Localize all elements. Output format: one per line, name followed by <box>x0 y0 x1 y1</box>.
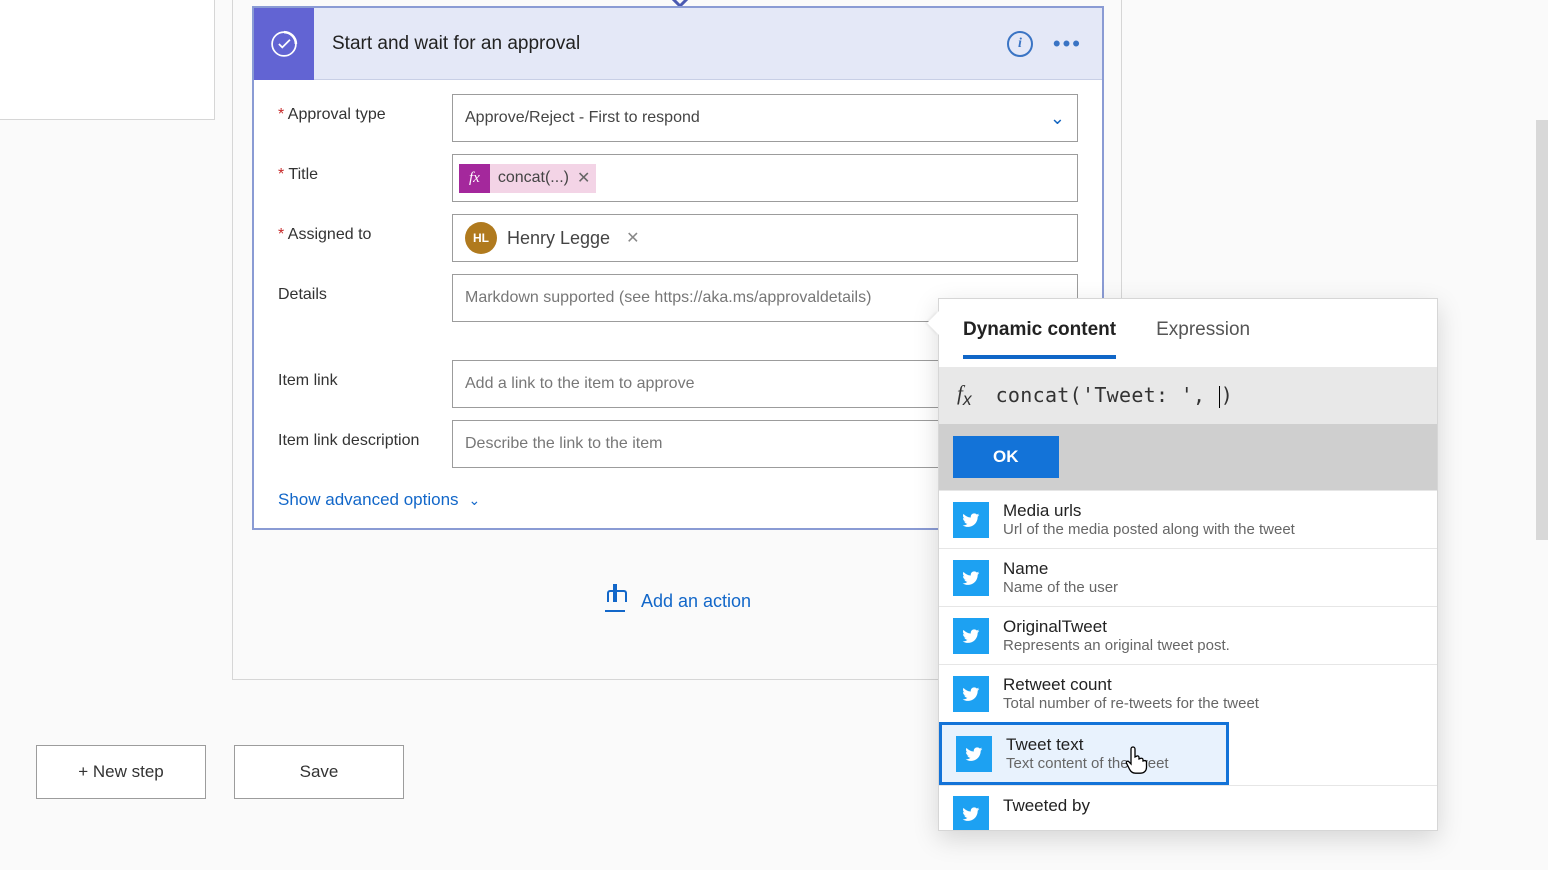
details-placeholder: Markdown supported (see https://aka.ms/a… <box>465 289 871 307</box>
label-details: Details <box>278 274 452 304</box>
sidebar-stub <box>0 0 215 120</box>
label-item-link-desc: Item link description <box>278 420 452 450</box>
dc-desc: Url of the media posted along with the t… <box>1003 521 1295 538</box>
person-name: Henry Legge <box>507 228 610 249</box>
ok-button[interactable]: OK <box>953 436 1059 478</box>
person-chip[interactable]: HL Henry Legge ✕ <box>465 222 639 254</box>
dc-item-original-tweet[interactable]: OriginalTweet Represents an original twe… <box>939 606 1437 664</box>
twitter-icon <box>953 796 989 830</box>
twitter-icon <box>956 736 992 772</box>
label-title: Title <box>278 154 452 184</box>
dc-title: Tweet text <box>1006 735 1169 755</box>
label-approval-type: Approval type <box>278 94 452 124</box>
expression-input-row[interactable]: fx concat('Tweet: ', ) <box>939 367 1437 424</box>
more-menu-icon[interactable]: ••• <box>1053 31 1082 57</box>
tab-expression[interactable]: Expression <box>1156 319 1250 359</box>
expression-text: concat('Tweet: ', ) <box>996 383 1233 408</box>
save-button[interactable]: Save <box>234 745 404 799</box>
expression-token-label: concat(...) <box>490 169 577 187</box>
dc-title: Retweet count <box>1003 675 1259 695</box>
field-assigned-to: Assigned to HL Henry Legge ✕ <box>278 214 1078 262</box>
field-approval-type: Approval type Approve/Reject - First to … <box>278 94 1078 142</box>
flow-designer-canvas: Start and wait for an approval i ••• App… <box>0 0 1548 870</box>
twitter-icon <box>953 560 989 596</box>
approval-type-dropdown[interactable]: Approve/Reject - First to respond ⌄ <box>452 94 1078 142</box>
ok-row: OK <box>939 424 1437 490</box>
expression-token[interactable]: fx concat(...) ✕ <box>459 164 596 193</box>
approval-icon <box>254 8 314 80</box>
action-title: Start and wait for an approval <box>314 33 1007 55</box>
info-icon[interactable]: i <box>1007 31 1033 57</box>
item-link-placeholder: Add a link to the item to approve <box>465 375 694 393</box>
dc-title: Media urls <box>1003 501 1295 521</box>
field-title: Title fx concat(...) ✕ <box>278 154 1078 202</box>
label-assigned-to: Assigned to <box>278 214 452 244</box>
dc-item-tweeted-by[interactable]: Tweeted by <box>939 785 1437 830</box>
dynamic-content-flyout: Dynamic content Expression fx concat('Tw… <box>938 298 1438 831</box>
dc-title: Tweeted by <box>1003 796 1090 816</box>
remove-person-icon[interactable]: ✕ <box>626 228 639 248</box>
assigned-to-input[interactable]: HL Henry Legge ✕ <box>452 214 1078 262</box>
scrollbar[interactable] <box>1536 120 1548 540</box>
dc-desc: Text content of the tweet <box>1006 755 1169 772</box>
show-advanced-label: Show advanced options <box>278 490 459 510</box>
label-item-link: Item link <box>278 360 452 390</box>
avatar: HL <box>465 222 497 254</box>
fx-symbol-icon: fx <box>957 381 972 410</box>
chevron-down-icon: ⌄ <box>1050 108 1065 129</box>
twitter-icon <box>953 502 989 538</box>
dynamic-content-list: Media urls Url of the media posted along… <box>939 490 1437 830</box>
add-action-button[interactable]: Add an action <box>605 590 751 612</box>
dc-item-retweet-count[interactable]: Retweet count Total number of re-tweets … <box>939 664 1437 722</box>
remove-token-icon[interactable]: ✕ <box>577 168 596 188</box>
action-header[interactable]: Start and wait for an approval i ••• <box>254 8 1102 80</box>
tab-dynamic-content[interactable]: Dynamic content <box>963 319 1116 359</box>
chevron-down-icon: ⌄ <box>469 492 481 509</box>
dc-desc: Represents an original tweet post. <box>1003 637 1230 654</box>
item-link-desc-placeholder: Describe the link to the item <box>465 435 662 453</box>
dc-title: OriginalTweet <box>1003 617 1230 637</box>
new-step-button[interactable]: + New step <box>36 745 206 799</box>
new-step-label: + New step <box>78 762 164 782</box>
dc-item-media-urls[interactable]: Media urls Url of the media posted along… <box>939 490 1437 548</box>
dc-title: Name <box>1003 559 1118 579</box>
dc-item-tweet-text[interactable]: Tweet text Text content of the tweet <box>939 722 1229 785</box>
dc-desc: Name of the user <box>1003 579 1118 596</box>
flyout-pointer-icon <box>927 311 939 335</box>
save-label: Save <box>300 762 339 782</box>
twitter-icon <box>953 618 989 654</box>
dc-item-name[interactable]: Name Name of the user <box>939 548 1437 606</box>
show-advanced-options-link[interactable]: Show advanced options ⌄ <box>278 490 480 510</box>
dc-desc: Total number of re-tweets for the tweet <box>1003 695 1259 712</box>
flyout-tabs: Dynamic content Expression <box>939 299 1437 359</box>
add-action-label: Add an action <box>641 591 751 612</box>
insert-step-icon <box>605 590 625 612</box>
twitter-icon <box>953 676 989 712</box>
approval-type-value: Approve/Reject - First to respond <box>465 109 700 127</box>
title-input[interactable]: fx concat(...) ✕ <box>452 154 1078 202</box>
fx-icon: fx <box>459 164 490 193</box>
